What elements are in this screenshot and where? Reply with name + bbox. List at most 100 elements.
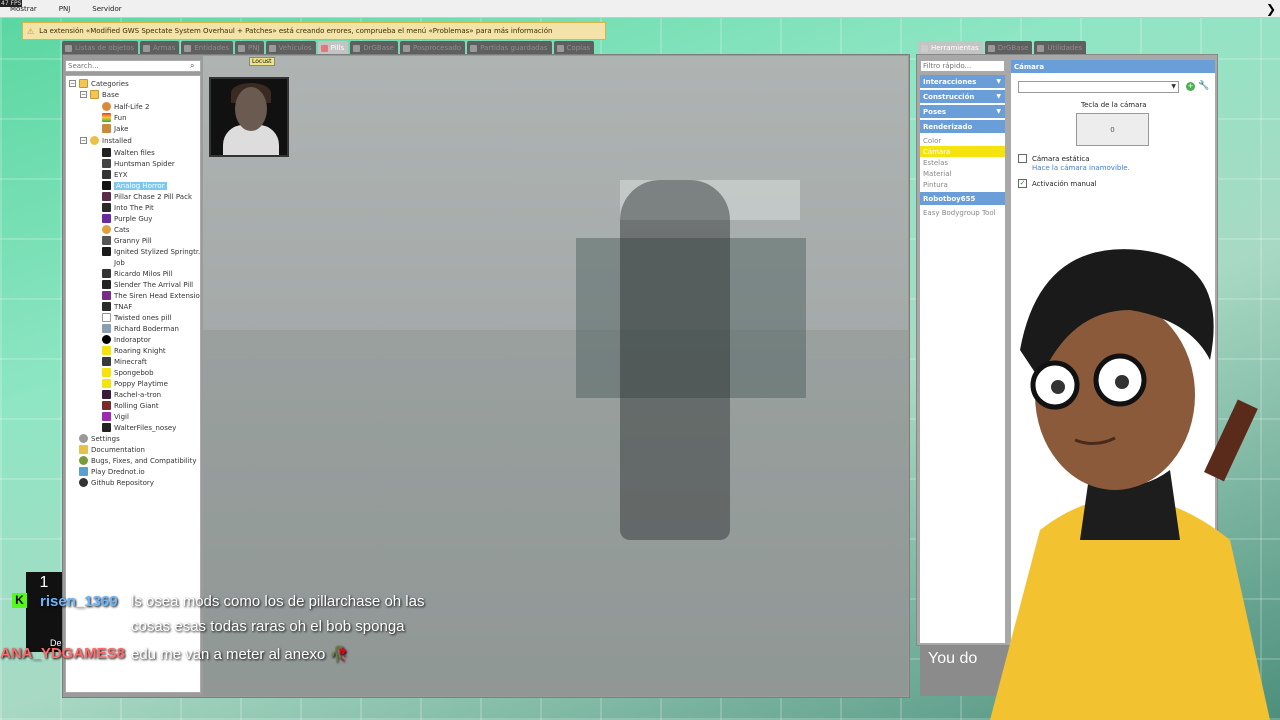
tree-search-input[interactable] [65,60,201,72]
tab-pills[interactable]: Pills [317,41,349,54]
folder-icon [90,90,99,99]
tree-item[interactable]: Into The Pit [102,202,154,213]
menu-servidor[interactable]: Servidor [92,5,121,13]
tree-item[interactable]: Richard Boderman [102,323,179,334]
tab-saves[interactable]: Partidas guardadas [467,41,552,54]
pill-thumbnail-icon [102,236,111,245]
pill-thumbnail-icon [102,192,111,201]
npc-icon [238,44,246,52]
manual-activation-checkbox[interactable]: ✓ [1018,179,1027,188]
tree-item-github[interactable]: Github Repository [79,477,154,488]
tree-item[interactable]: Ricardo Milos Pill [102,268,173,279]
category-poses[interactable]: Poses ▼ [920,105,1005,118]
chevron-down-icon: ▼ [996,108,1001,115]
tree-item[interactable]: The Siren Head Extensio... [102,290,200,301]
tree-item[interactable]: Spongebob [102,367,154,378]
pill-thumbnail-icon [102,379,111,388]
tree-node-installed[interactable]: Installed [90,135,132,146]
book-icon [79,445,88,454]
tool-material[interactable]: Material [920,168,1005,179]
tab-drgbase-tools[interactable]: DrGBase [984,41,1033,54]
tab-weapons[interactable]: Armas [140,41,180,54]
category-interactions[interactable]: Interacciones ▼ [920,75,1005,88]
tree-item-drednot[interactable]: Play Drednot.io [79,466,145,477]
tree-item[interactable]: Vigil [102,411,129,422]
tool-easy-bodygroup[interactable]: Easy Bodygroup Tool [920,207,1005,218]
lambda-icon [102,102,111,111]
tree-item[interactable]: Rolling Giant [102,400,159,411]
chevron-right-icon[interactable]: ❯ [1266,2,1276,16]
tab-vehicles[interactable]: Vehículos [265,41,316,54]
tree-item[interactable]: Walten files [102,147,155,158]
pill-art-face [235,87,267,131]
search-icon[interactable]: ⌕ [190,61,194,71]
tree-item-fun[interactable]: Fun [102,112,127,123]
tab-npcs[interactable]: PNJ [235,41,264,54]
tab-postprocess[interactable]: Posprocesado [399,41,466,54]
camera-key-binder[interactable]: 0 [1076,113,1149,146]
static-camera-hint: Hace la cámara inamovible. [1032,164,1130,172]
tree-item[interactable]: Twisted ones pill [102,312,171,323]
static-camera-checkbox[interactable] [1018,154,1027,163]
tool-camera[interactable]: Cámara [920,146,1005,157]
tab-dupes[interactable]: Copias [553,41,595,54]
pill-thumbnail-icon [102,368,111,377]
chevron-down-icon: ▼ [1171,83,1176,90]
menu-pnj[interactable]: PNJ [59,5,71,13]
tree-item[interactable]: WalterFiles_nosey [102,422,176,433]
quick-filter-input[interactable] [920,60,1005,72]
tree-item[interactable]: Job [102,257,125,268]
pill-thumbnail-icon [102,346,111,355]
chevron-down-icon: ▼ [996,78,1001,85]
tree-item-selected[interactable]: Analog Horror [102,180,167,191]
tree-node-base[interactable]: Base [90,89,119,100]
tree-item[interactable]: Purple Guy [102,213,152,224]
tree-item[interactable]: Huntsman Spider [102,158,175,169]
tab-drgbase[interactable]: DrGBase [350,41,398,54]
tool-paint[interactable]: Pintura [920,179,1005,190]
tree-item[interactable]: EYX [102,169,128,180]
tab-object-lists[interactable]: Listas de objetos [62,41,139,54]
box-icon [102,124,111,133]
tree-item[interactable]: Poppy Playtime [102,378,168,389]
tab-utilities[interactable]: Utilidades [1034,41,1087,54]
tree-item-jake[interactable]: Jake [102,123,128,134]
pill-thumbnail-icon [102,170,111,179]
tree-item-settings[interactable]: Settings [79,433,120,444]
pill-thumbnail-icon [102,401,111,410]
tab-entities[interactable]: Entidades [181,41,234,54]
tree-item[interactable]: Ignited Stylized Springtr... [102,246,200,257]
tree-item[interactable]: TNAF [102,301,132,312]
tree-item-bugs[interactable]: Bugs, Fixes, and Compatibility [79,455,197,466]
wrench-icon[interactable]: 🔧 [1198,81,1209,91]
gear-icon [79,434,88,443]
category-robotboy[interactable]: Robotboy655 [920,192,1005,205]
gun-icon [143,44,151,52]
tree-node-categories[interactable]: Categories [79,78,129,89]
pill-spawn-icon-locust[interactable] [209,77,289,157]
addon-icon [90,136,99,145]
chat-message-line: ls osea mods como los de pillarchase oh … [131,593,425,610]
tool-trails[interactable]: Estelas [920,157,1005,168]
pill-thumbnail-icon [102,247,111,256]
category-construction[interactable]: Construcción ▼ [920,90,1005,103]
addon-error-warning[interactable]: ⚠ La extensión «Modified GWS Spectate Sy… [22,22,606,40]
tree-item[interactable]: Pillar Chase 2 Pill Pack [102,191,192,202]
tree-item[interactable]: Cats [102,224,130,235]
collapse-icon[interactable]: − [80,137,87,144]
collapse-icon[interactable]: − [69,80,76,87]
collapse-icon[interactable]: − [80,91,87,98]
tree-item[interactable]: Rachel-a-tron [102,389,161,400]
category-render[interactable]: Renderizado [920,120,1005,133]
tab-tools[interactable]: Herramientas [918,41,983,54]
tool-color[interactable]: Color [920,135,1005,146]
tree-item[interactable]: Indoraptor [102,334,151,345]
tree-item[interactable]: Slender The Arrival Pill [102,279,193,290]
tree-item[interactable]: Granny Pill [102,235,152,246]
tree-item-half-life-2[interactable]: Half-Life 2 [102,101,149,112]
tree-item-documentation[interactable]: Documentation [79,444,145,455]
camera-preset-select[interactable]: ▼ [1018,81,1179,93]
tree-item[interactable]: Roaring Knight [102,345,166,356]
add-preset-icon[interactable]: + [1186,82,1195,91]
tree-item[interactable]: Minecraft [102,356,147,367]
